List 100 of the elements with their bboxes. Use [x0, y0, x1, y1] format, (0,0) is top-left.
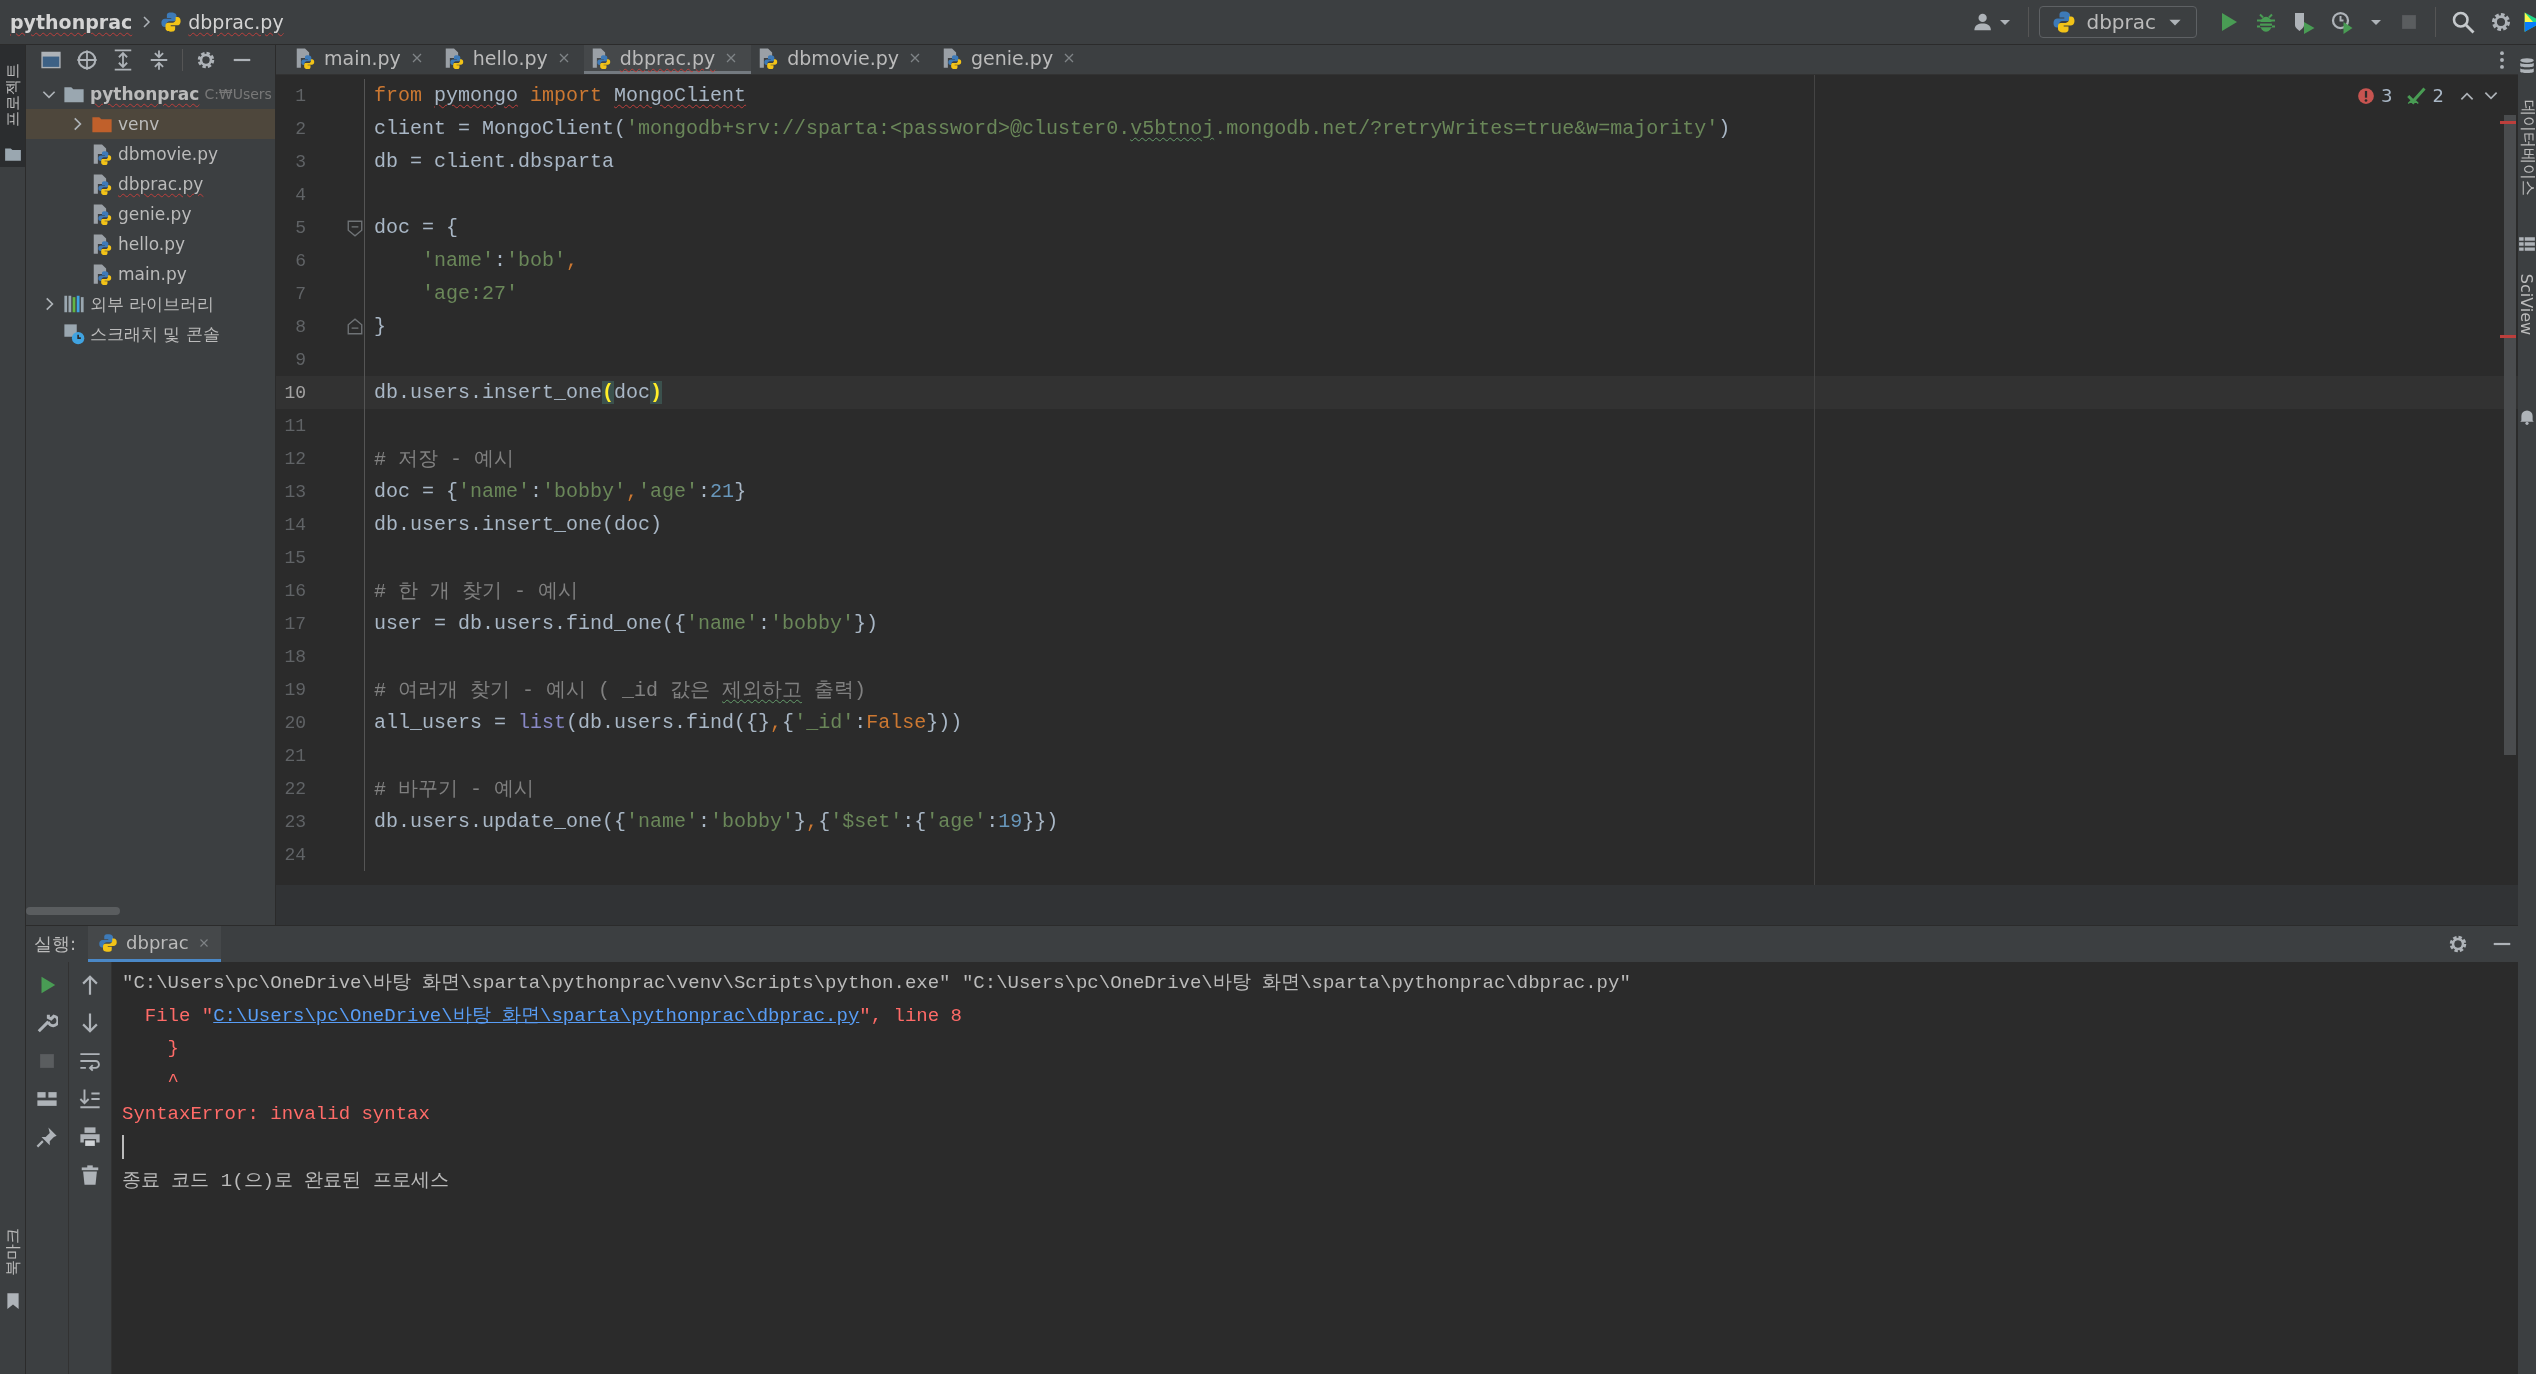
code-line: 'age:27': [421, 282, 519, 305]
bell-icon[interactable]: [2518, 407, 2536, 425]
line-number: 2: [294, 118, 306, 139]
line-number: 5: [294, 217, 306, 238]
code-line: db = client.dbsparta: [374, 150, 615, 173]
breadcrumb-item[interactable]: dbprac.py: [188, 11, 284, 33]
python-file-icon: [294, 47, 316, 69]
python-file-icon: [91, 173, 113, 195]
library-icon: [63, 293, 85, 315]
python-icon: [98, 932, 119, 953]
line-number: 22: [283, 778, 306, 799]
error-message: SyntaxError: invalid syntax: [122, 1102, 430, 1125]
wrench-icon[interactable]: [36, 1012, 58, 1034]
code-line: # 바꾸기 - 예시: [374, 777, 534, 802]
panel-title: 실행:: [34, 932, 77, 956]
line-number: 14: [283, 514, 306, 535]
search-icon[interactable]: [2451, 10, 2475, 34]
editor-tab[interactable]: genie.py: [935, 45, 1090, 74]
python-icon: [2052, 10, 2077, 34]
line-number: 3: [294, 151, 306, 172]
error-icon: [2357, 86, 2376, 105]
code-line: }: [374, 315, 386, 338]
line-number: 19: [283, 679, 306, 700]
line-number: 7: [294, 283, 306, 304]
run-tab[interactable]: dbprac: [88, 926, 221, 962]
fold-icon[interactable]: [346, 218, 364, 237]
line-number: 8: [294, 316, 306, 337]
python-file-icon: [91, 263, 113, 285]
code-line: client = MongoClient('mongodb+srv://sparta:<password>@cluster0.v5btnoj.mongodb.net/?retryWrites=true&w=majority'): [374, 117, 1731, 140]
tree-item[interactable]: pythonprac C:₩Users: [26, 79, 275, 109]
text-cursor: [122, 1134, 124, 1159]
tree-item[interactable]: dbprac.py: [26, 169, 275, 199]
code-line: # 한 개 찾기 - 예시: [374, 579, 578, 604]
print-icon[interactable]: [79, 1126, 101, 1148]
tool-window-button[interactable]: 프로젝트: [0, 45, 25, 167]
editor-tab[interactable]: dbprac.py: [583, 45, 752, 74]
soft-wrap-icon[interactable]: [79, 1050, 101, 1072]
fold-icon[interactable]: [346, 317, 364, 336]
file-link[interactable]: C:\Users\pc\OneDrive\바탕 화면\sparta\pythonprac\dbprac.py: [213, 1004, 860, 1027]
code-line: from pymongo import MongoClient: [374, 84, 747, 107]
console-text: 종료 코드 1(으)로 완료된 프로세스: [122, 1168, 449, 1193]
collapse-all-icon[interactable]: [148, 48, 170, 71]
settings-icon[interactable]: [2489, 10, 2513, 34]
line-number: 12: [283, 448, 306, 469]
check-icon: [2406, 85, 2427, 106]
scroll-to-end-icon[interactable]: [79, 1088, 101, 1110]
line-number: 1: [294, 85, 306, 106]
code-line: # 저장 - 예시: [374, 447, 514, 472]
tree-item[interactable]: genie.py: [26, 199, 275, 229]
python-file-icon: [91, 143, 113, 165]
tree-item[interactable]: main.py: [26, 259, 275, 289]
trash-icon[interactable]: [79, 1164, 101, 1186]
settings-icon[interactable]: [2447, 933, 2469, 955]
line-number: 16: [283, 580, 306, 601]
python-file-icon: [91, 203, 113, 225]
tool-window-button[interactable]: 데이터베이스: [2518, 53, 2536, 217]
scratch-clock-icon: [63, 323, 85, 345]
line-number: 13: [283, 481, 306, 502]
run-configuration-dropdown[interactable]: dbprac: [2039, 6, 2197, 38]
code-line: doc = {'name':'bobby','age':21}: [374, 480, 747, 503]
code-line: db.users.update_one({'name':'bobby'},{'$set':{'age':19}}): [374, 810, 1059, 833]
editor-tab[interactable]: dbmovie.py: [751, 45, 935, 74]
python-file-icon: [941, 47, 963, 69]
line-number: 17: [283, 613, 306, 634]
line-number: 4: [294, 184, 306, 205]
database-icon: [2518, 57, 2536, 75]
tool-window-button[interactable]: SciView: [2518, 231, 2536, 353]
line-number: 6: [294, 250, 306, 271]
shield-run-icon[interactable]: [2292, 10, 2316, 34]
breadcrumb-item[interactable]: pythonprac: [10, 11, 133, 33]
tree-item[interactable]: 외부 라이브러리: [26, 289, 275, 319]
editor-tab[interactable]: hello.py: [436, 45, 584, 74]
tree-item[interactable]: venv: [26, 109, 275, 139]
code-line: db.users.insert_one(doc): [374, 381, 663, 404]
line-number: 10: [283, 382, 306, 403]
line-number: 9: [294, 349, 306, 370]
error-message: ^: [166, 1069, 179, 1092]
scrollbar-thumb[interactable]: [26, 907, 120, 915]
clock-run-icon[interactable]: [2330, 10, 2354, 34]
locate-icon[interactable]: [76, 48, 98, 71]
tree-item[interactable]: dbmovie.py: [26, 139, 275, 169]
line-number: 20: [283, 712, 306, 733]
python-file-icon: [91, 233, 113, 255]
line-number: 11: [283, 415, 306, 436]
expand-all-icon[interactable]: [112, 48, 134, 71]
tree-item[interactable]: 스크래치 및 콘솔: [26, 319, 275, 349]
line-number: 15: [283, 547, 306, 568]
code-line: all_users = list(db.users.find({},{'_id':False})): [374, 711, 963, 734]
grid-icon: [2518, 235, 2536, 253]
code-line: user = db.users.find_one({'name':'bobby'}): [374, 612, 879, 635]
console-text: "C:\Users\pc\OneDrive\바탕 화면\sparta\pythonprac\venv\Scripts\python.exe" "C:\Users\pc\OneDrive\바탕 화면\sparta\pythonprac\dbprac.py": [122, 970, 1631, 995]
python-file-icon: [757, 47, 780, 69]
pin-icon[interactable]: [36, 1126, 58, 1148]
line-number: 18: [283, 646, 306, 667]
code-line: # 여러개 찾기 - 예시 ( _id 값은 제외하고 출력): [374, 678, 867, 703]
tree-item[interactable]: hello.py: [26, 229, 275, 259]
error-message: File "C:\Users\pc\OneDrive\바탕 화면\sparta\pythonprac\dbprac.py", line 8: [143, 1003, 962, 1028]
tool-window-button[interactable]: 북마크: [0, 1213, 25, 1314]
line-number: 23: [283, 811, 306, 832]
editor-tab[interactable]: main.py: [288, 45, 437, 74]
